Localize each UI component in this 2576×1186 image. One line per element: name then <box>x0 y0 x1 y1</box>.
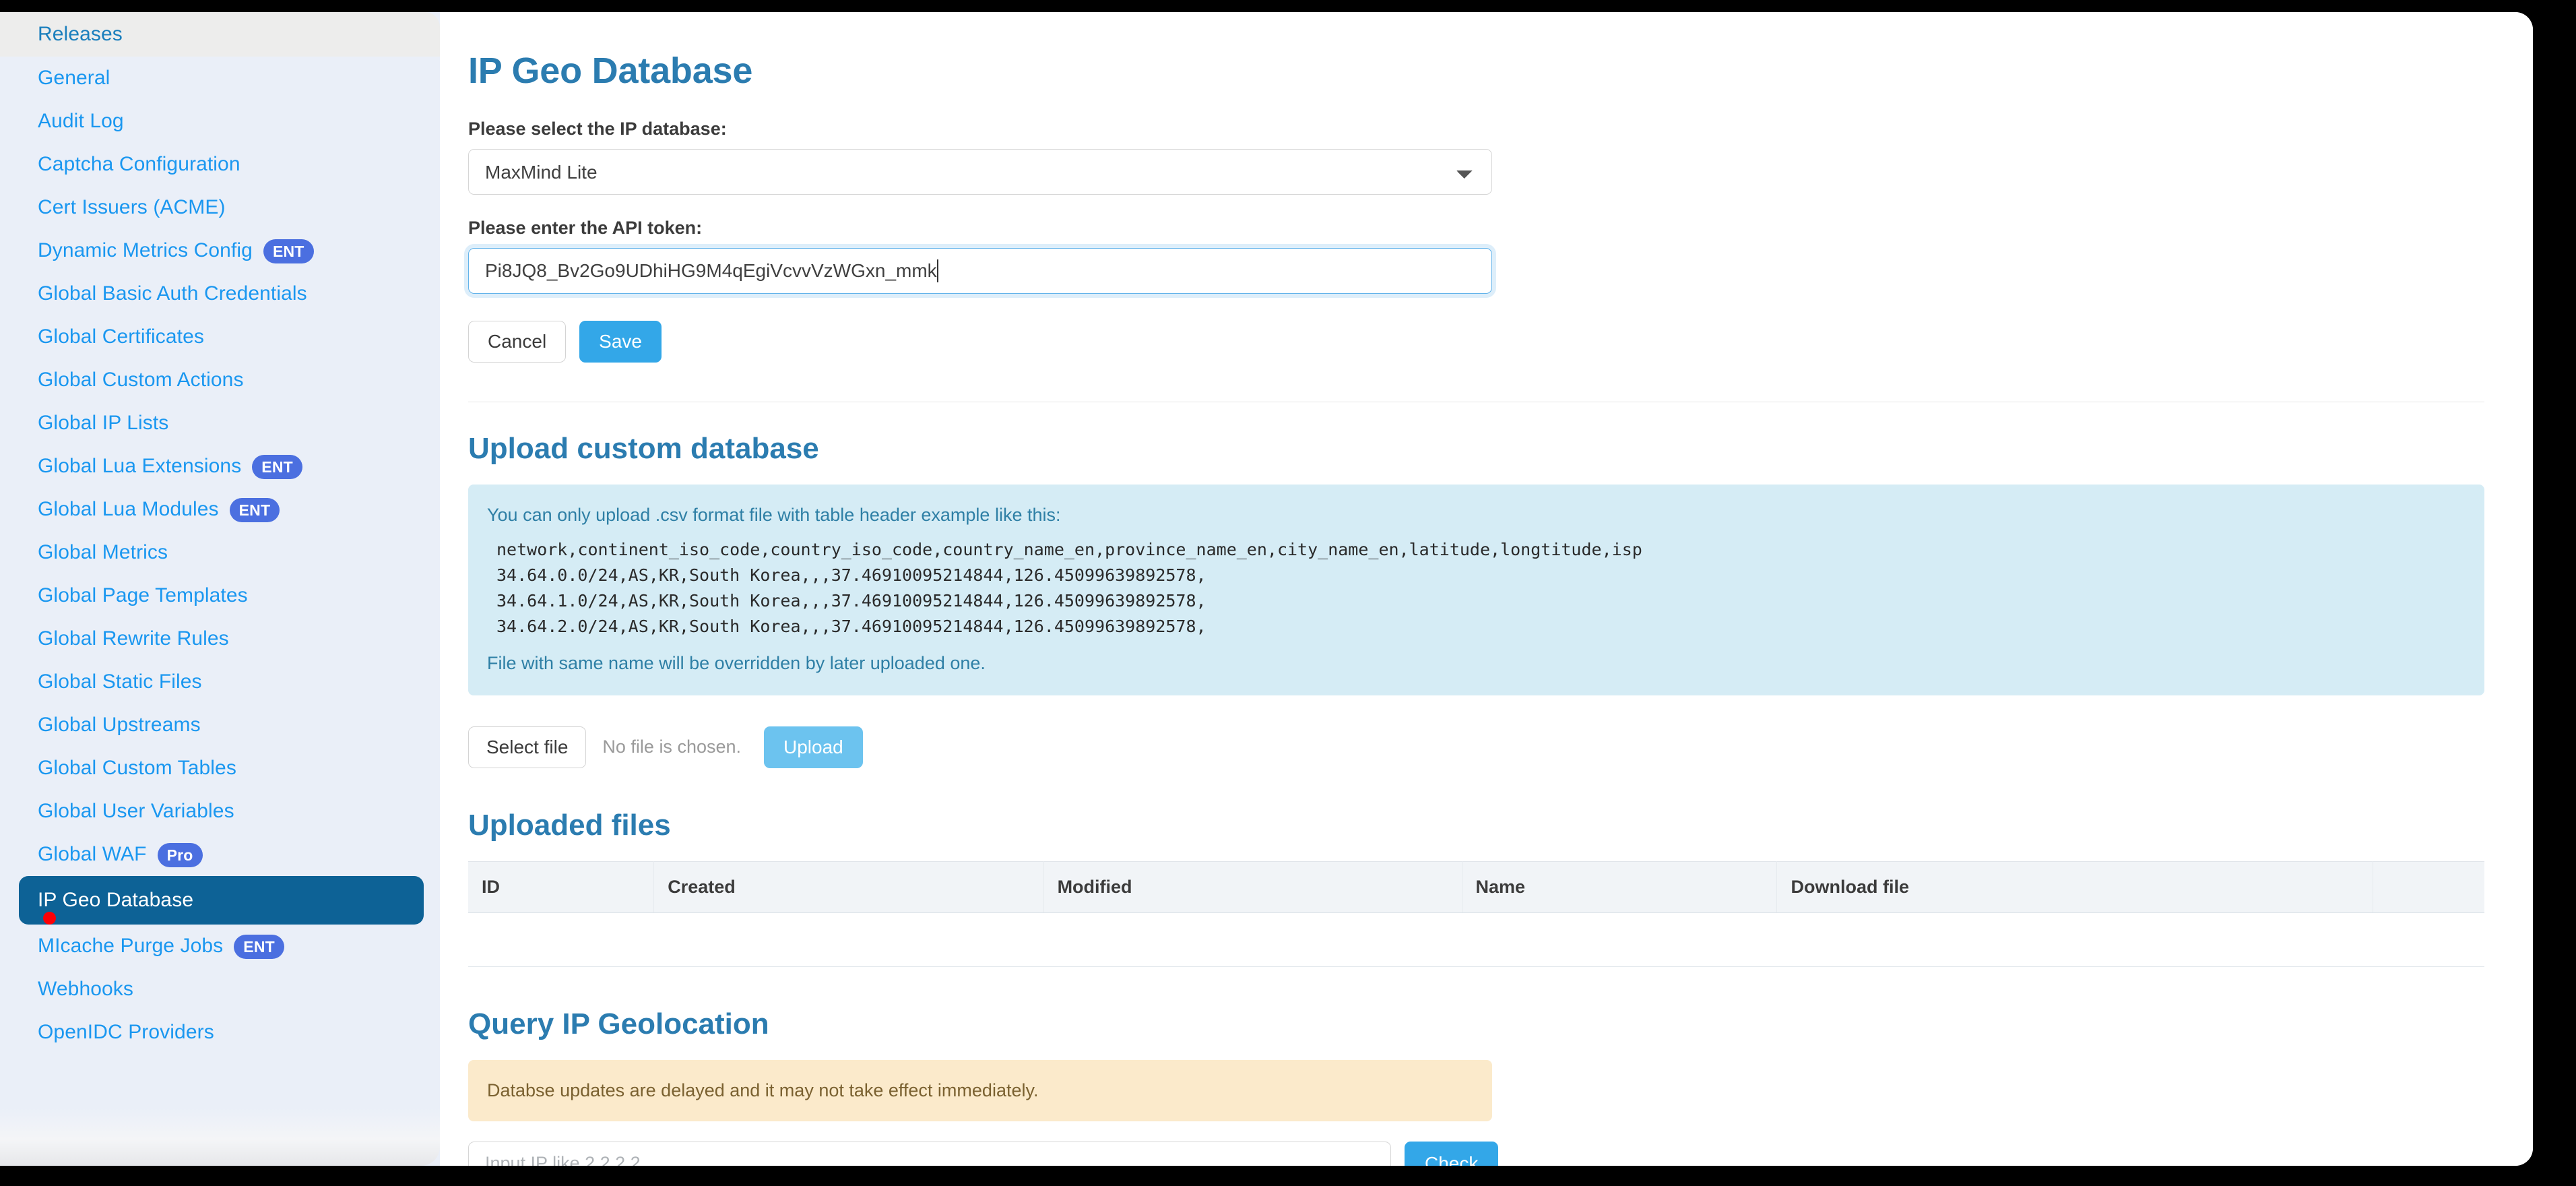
sidebar-item-releases[interactable]: Releases <box>0 12 440 57</box>
sidebar-nav: Releases General Audit Log Captcha Configur… <box>0 12 440 1166</box>
mouse-cursor-indicator <box>43 912 56 925</box>
sidebar-item-label: Global Custom Tables <box>38 757 236 779</box>
file-upload-row: Select file No file is chosen. Upload <box>468 726 2484 768</box>
uploaded-files-column-header: Modified <box>1043 861 1462 913</box>
form-button-row: Cancel Save <box>468 321 1492 363</box>
sidebar-item-label: Global Custom Actions <box>38 369 244 391</box>
ip-database-select[interactable]: MaxMind Lite <box>468 149 1492 195</box>
sidebar-item-audit-log[interactable]: Audit Log <box>0 100 440 143</box>
sidebar-item-badge: Pro <box>157 843 203 867</box>
sidebar-item-global-user-variables[interactable]: Global User Variables <box>0 790 440 833</box>
sidebar-item-cert-issuers-acme[interactable]: Cert Issuers (ACME) <box>0 186 440 229</box>
sidebar-item-global-static-files[interactable]: Global Static Files <box>0 660 440 704</box>
app-window: Releases General Audit Log Captcha Configur… <box>0 12 2533 1166</box>
sidebar-item-global-certificates[interactable]: Global Certificates <box>0 315 440 358</box>
sidebar-bottom-edge <box>0 1108 440 1166</box>
upload-info-footer: File with same name will be overridden b… <box>487 653 986 674</box>
sidebar-item-global-upstreams[interactable]: Global Upstreams <box>0 704 440 747</box>
chosen-file-name: No file is chosen. <box>602 737 742 757</box>
sidebar-item-label: Global Page Templates <box>38 584 248 606</box>
sidebar-item-label: Global WAF <box>38 843 147 865</box>
save-button[interactable]: Save <box>579 321 662 363</box>
sidebar-item-label: Cert Issuers (ACME) <box>38 196 226 218</box>
table-row <box>468 912 2484 967</box>
ip-database-select-label: Please select the IP database: <box>468 119 727 139</box>
upload-info-intro: You can only upload .csv format file wit… <box>487 505 1061 525</box>
sidebar-item-label: OpenIDC Providers <box>38 1021 214 1043</box>
sidebar-item-global-metrics[interactable]: Global Metrics <box>0 531 440 574</box>
sidebar-item-badge: ENT <box>229 498 280 522</box>
check-ip-button[interactable]: Check <box>1405 1141 1499 1166</box>
select-file-button[interactable]: Select file <box>468 726 587 768</box>
sidebar-item-label: General <box>38 67 110 89</box>
sidebar-item-openidc-providers[interactable]: OpenIDC Providers <box>0 1011 440 1054</box>
sidebar-item-dynamic-metrics-config[interactable]: Dynamic Metrics Config ENT <box>0 229 440 272</box>
sidebar-item-badge: ENT <box>252 455 302 479</box>
query-section-title: Query IP Geolocation <box>468 1007 769 1040</box>
page-title: IP Geo Database <box>468 51 753 91</box>
query-warning-alert: Databse updates are delayed and it may n… <box>468 1059 1492 1121</box>
uploaded-files-empty-row <box>468 912 2484 967</box>
sidebar-item-global-rewrite-rules[interactable]: Global Rewrite Rules <box>0 617 440 660</box>
sidebar-item-captcha-configuration[interactable]: Captcha Configuration <box>0 143 440 186</box>
csv-example-block: network,continent_iso_code,country_iso_c… <box>496 540 1642 637</box>
api-token-input[interactable] <box>468 248 1492 294</box>
sidebar-item-label: Global Basic Auth Credentials <box>38 282 307 305</box>
sidebar-item-badge: ENT <box>234 935 284 959</box>
api-token-field-wrap <box>468 248 1492 294</box>
sidebar-item-list: Releases General Audit Log Captcha Configur… <box>0 12 440 1081</box>
sidebar-item-badge: ENT <box>263 239 314 263</box>
sidebar-item-label: Global IP Lists <box>38 412 169 434</box>
sidebar-item-global-custom-actions[interactable]: Global Custom Actions <box>0 358 440 402</box>
uploaded-files-column-header: Download file <box>1776 861 2373 913</box>
sidebar-item-label: Global Lua Modules <box>38 498 219 520</box>
upload-section-title: Upload custom database <box>468 432 819 465</box>
sidebar-item-micache-purge-jobs[interactable]: MIcache Purge Jobs ENT <box>0 925 440 968</box>
sidebar-item-global-basic-auth-credentials[interactable]: Global Basic Auth Credentials <box>0 272 440 315</box>
sidebar-item-label: Global Upstreams <box>38 714 201 736</box>
sidebar-item-label: Global Rewrite Rules <box>38 627 229 650</box>
cancel-button[interactable]: Cancel <box>468 321 567 363</box>
sidebar-item-label: Webhooks <box>38 978 133 1000</box>
sidebar-item-global-lua-extensions[interactable]: Global Lua Extensions ENT <box>0 445 440 488</box>
uploaded-files-table: ID Created Modified Name Download file <box>468 861 2484 967</box>
sidebar-item-label: Releases <box>38 23 123 45</box>
sidebar-item-global-ip-lists[interactable]: Global IP Lists <box>0 402 440 445</box>
upload-info-alert: You can only upload .csv format file wit… <box>468 485 2484 695</box>
uploaded-files-column-header <box>2373 861 2484 913</box>
uploaded-files-column-header: ID <box>468 861 655 913</box>
uploaded-files-column-header: Name <box>1462 861 1778 913</box>
sidebar-item-general[interactable]: General <box>0 57 440 100</box>
sidebar-item-label: Global Static Files <box>38 670 202 693</box>
uploaded-files-body <box>468 912 2484 967</box>
ip-database-form: Please select the IP database: MaxMind L… <box>468 119 1492 363</box>
sidebar-item-label: Global Certificates <box>38 325 204 348</box>
sidebar-item-global-custom-tables[interactable]: Global Custom Tables <box>0 747 440 790</box>
sidebar-item-label: Dynamic Metrics Config <box>38 239 253 261</box>
sidebar-item-label: IP Geo Database <box>38 889 194 911</box>
sidebar-item-global-page-templates[interactable]: Global Page Templates <box>0 574 440 617</box>
sidebar-item-label: MIcache Purge Jobs <box>38 935 224 957</box>
uploaded-files-column-header: Created <box>653 861 1044 913</box>
main-content: IP Geo Database Please select the IP dat… <box>440 12 2533 1166</box>
sidebar-item-webhooks[interactable]: Webhooks <box>0 968 440 1011</box>
ip-query-row: Check <box>468 1141 2484 1166</box>
sidebar-item-label: Global Lua Extensions <box>38 455 242 477</box>
upload-button[interactable]: Upload <box>764 726 863 768</box>
api-token-label: Please enter the API token: <box>468 218 703 238</box>
uploaded-files-title: Uploaded files <box>468 808 671 842</box>
text-caret <box>936 259 938 282</box>
uploaded-files-header-row: ID Created Modified Name Download file <box>468 861 2484 913</box>
sidebar-item-global-lua-modules[interactable]: Global Lua Modules ENT <box>0 488 440 531</box>
ip-query-input[interactable] <box>468 1141 1391 1166</box>
sidebar-item-global-waf[interactable]: Global WAF Pro <box>0 833 440 876</box>
sidebar-item-ip-geo-database[interactable]: IP Geo Database <box>19 876 424 925</box>
sidebar-item-label: Audit Log <box>38 110 124 132</box>
sidebar-item-label: Global User Variables <box>38 800 234 822</box>
sidebar-item-label: Captcha Configuration <box>38 153 240 175</box>
sidebar-item-label: Global Metrics <box>38 541 168 563</box>
